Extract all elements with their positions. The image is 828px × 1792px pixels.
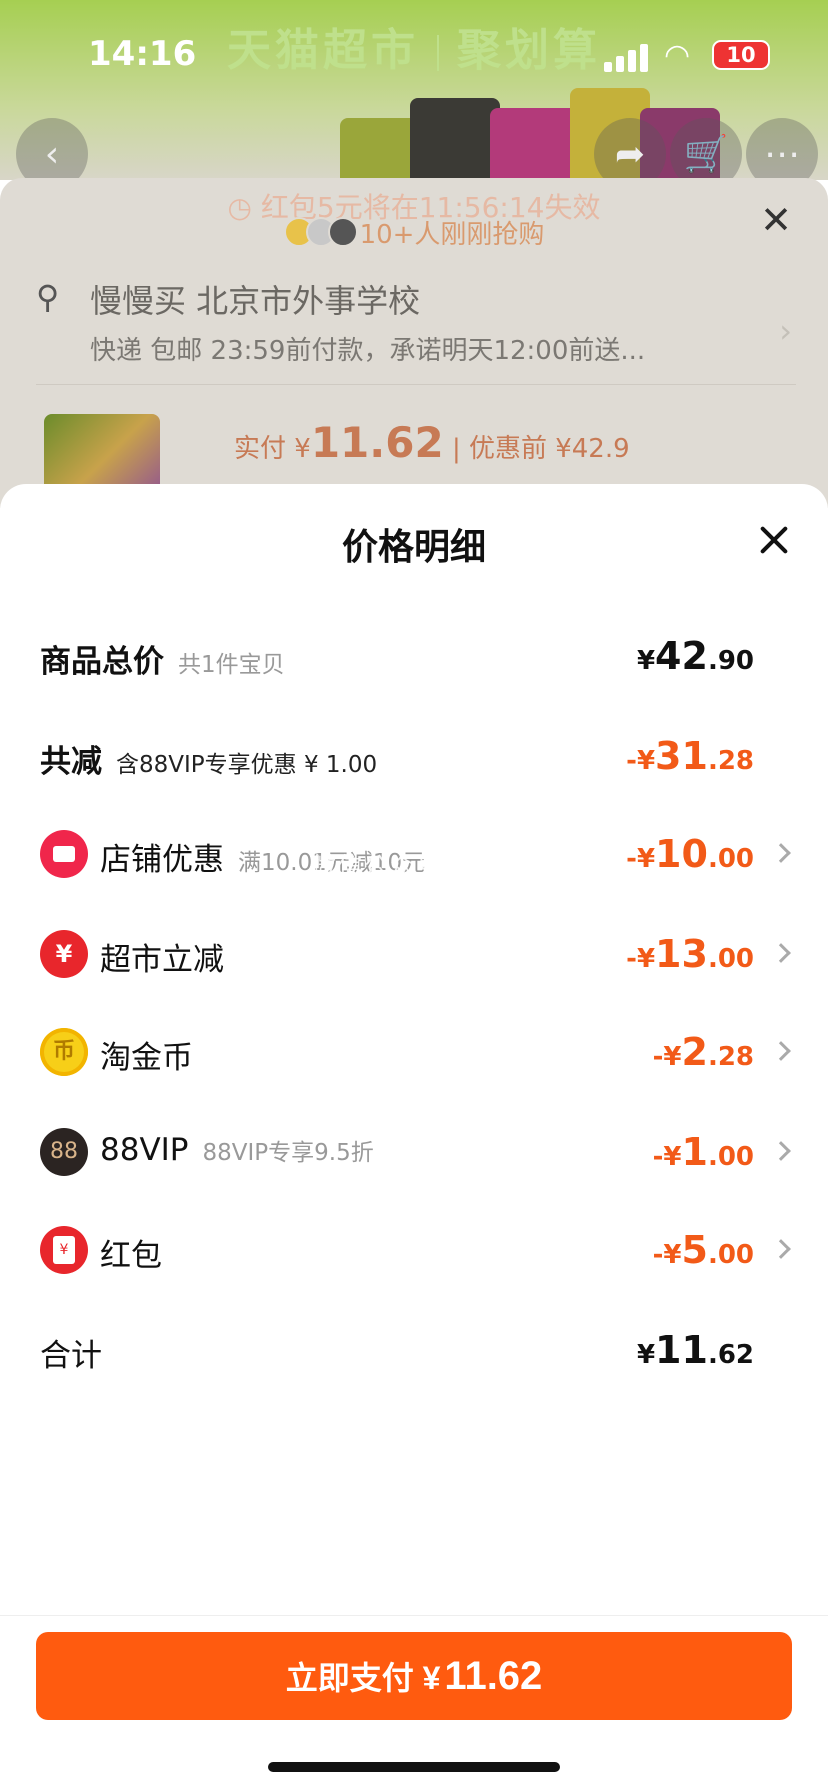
status-time: 14:16 [88, 34, 197, 74]
watermark: 微信公众号·慢慢买 [312, 852, 530, 880]
row-label: 商品总价 共1件宝贝 [40, 644, 285, 680]
recent-buyers: 10+人刚刚抢购 [0, 214, 828, 254]
more-icon: ⋯ [764, 133, 800, 175]
row-amount: ¥42.90 [636, 634, 754, 678]
price-value: 11.62 [310, 418, 444, 467]
row-amount: -¥2.28 [652, 1030, 754, 1074]
signal-icon [604, 42, 648, 72]
row-red-envelope[interactable]: 红包 -¥5.00 [40, 1220, 791, 1280]
chevron-right-icon [771, 1239, 791, 1259]
row-label: 红包 [100, 1238, 162, 1274]
row-total-discount: 共减 含88VIP专享优惠 ¥ 1.00 -¥31.28 [40, 726, 788, 786]
location-pin-icon: ⚲ [36, 278, 60, 316]
battery-icon: 10 [712, 40, 770, 70]
chevron-right-icon [771, 943, 791, 963]
price-label: 实付 ¥ [234, 434, 311, 464]
cart-button[interactable]: 🛒 [670, 118, 742, 180]
red-envelope-icon [40, 1226, 88, 1274]
back-button[interactable]: ‹ [16, 118, 88, 180]
yuan-icon: ¥ [40, 930, 88, 978]
pay-label: 立即支付 ¥ [285, 1660, 441, 1696]
row-sub: 含88VIP专享优惠 ¥ 1.00 [116, 752, 378, 778]
row-item-total: 商品总价 共1件宝贝 ¥42.90 [40, 626, 788, 686]
row-88vip[interactable]: 88 88VIP 88VIP专享9.5折 -¥1.00 [40, 1122, 791, 1182]
row-amount: -¥10.00 [626, 832, 754, 876]
row-amount: -¥5.00 [652, 1228, 754, 1272]
delivery-info: 快递 包邮 23:59前付款，承诺明天12:00前送... [90, 336, 646, 366]
avatars [283, 217, 358, 254]
row-amount: -¥31.28 [626, 734, 754, 778]
banner-area: 天猫超市 聚划算 ‹ ➦ 🛒 ⋯ [0, 0, 828, 180]
close-icon[interactable] [758, 524, 790, 556]
row-sub: 88VIP专享9.5折 [202, 1140, 374, 1166]
pay-now-button[interactable]: 立即支付 ¥11.62 [36, 1632, 792, 1720]
row-amount: ¥11.62 [636, 1328, 754, 1372]
pay-amount: 11.62 [444, 1653, 543, 1698]
shop-icon [40, 830, 88, 878]
order-sheet-background: ◷ 红包5元将在11:56:14失效 10+人刚刚抢购 ✕ ⚲ 慢慢买 北京市外… [0, 178, 828, 510]
chevron-right-icon: › [779, 312, 792, 350]
sheet-title: 价格明细 [341, 527, 486, 568]
row-amount: -¥1.00 [652, 1130, 754, 1174]
chevron-right-icon [771, 843, 791, 863]
row-label: 合计 [40, 1338, 102, 1374]
share-icon: ➦ [614, 133, 646, 175]
price-before: | 优惠前 ¥42.9 [451, 434, 630, 464]
row-supermarket-discount[interactable]: ¥ 超市立减 -¥13.00 [40, 924, 791, 984]
wifi-icon: ◠ [664, 38, 691, 73]
cart-icon: 🛒 [683, 134, 729, 175]
divider [36, 384, 796, 385]
row-label: 共减 含88VIP专享优惠 ¥ 1.00 [40, 744, 378, 780]
more-button[interactable]: ⋯ [746, 118, 818, 180]
recent-buyers-text: 10+人刚刚抢购 [359, 220, 545, 250]
coin-icon: 币 [40, 1028, 88, 1076]
row-taojinbi[interactable]: 币 淘金币 -¥2.28 [40, 1022, 791, 1082]
address-name: 慢慢买 北京市外事学校 [90, 282, 421, 320]
chevron-right-icon [771, 1141, 791, 1161]
row-sub: 共1件宝贝 [178, 652, 285, 678]
chevron-right-icon [771, 1041, 791, 1061]
row-grand-total: 合计 ¥11.62 [40, 1320, 788, 1380]
row-label: 淘金币 [100, 1040, 193, 1076]
close-icon[interactable]: ✕ [760, 198, 792, 242]
row-amount: -¥13.00 [626, 932, 754, 976]
chevron-left-icon: ‹ [44, 133, 60, 175]
status-bar: 14:16 ◠ 10 [0, 28, 828, 84]
vip-icon: 88 [40, 1128, 88, 1176]
row-label: 超市立减 [100, 942, 224, 978]
share-button[interactable]: ➦ [594, 118, 666, 180]
row-label: 88VIP 88VIP专享9.5折 [100, 1132, 374, 1168]
footer-divider [0, 1615, 828, 1616]
home-indicator[interactable] [268, 1762, 560, 1772]
order-price: 实付 ¥11.62 | 优惠前 ¥42.9 [234, 418, 630, 467]
